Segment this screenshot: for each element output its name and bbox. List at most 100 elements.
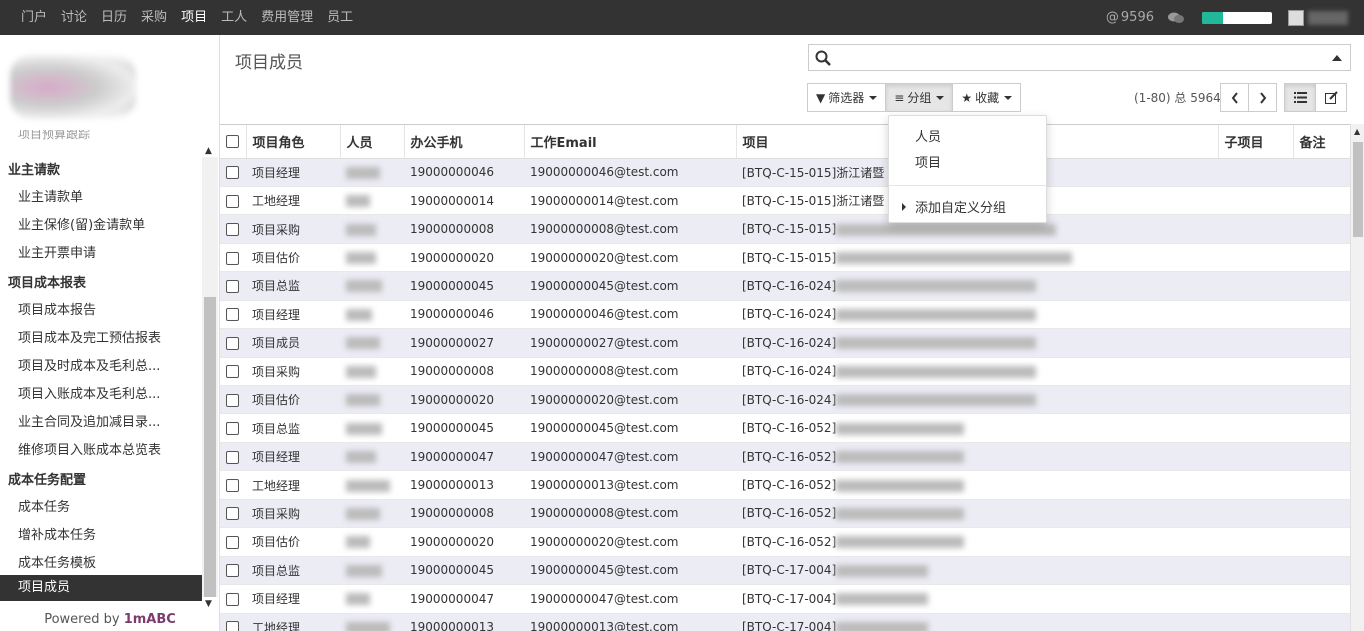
search-toggle-icon[interactable] xyxy=(1332,55,1342,61)
add-custom-group-option[interactable]: 添加自定义分组 xyxy=(915,197,1006,216)
table-row[interactable]: 项目估价 19000000020 19000000020@test.com [BTQ-… xyxy=(220,385,1350,415)
table-row[interactable]: 项目总监 19000000045 19000000045@test.com [BTQ-… xyxy=(220,556,1350,586)
table-row[interactable]: 项目采购 19000000008 19000000008@test.com [BTQ-… xyxy=(220,214,1350,244)
pager-next-button[interactable] xyxy=(1248,83,1277,112)
topnav-item[interactable]: 项目 xyxy=(174,0,214,35)
row-select-cell[interactable] xyxy=(220,584,246,614)
user-name-blurred[interactable] xyxy=(1308,10,1348,25)
search-input[interactable] xyxy=(837,48,1317,67)
column-header-subproject[interactable]: 子项目 xyxy=(1218,125,1294,159)
table-row[interactable]: 项目经理 19000000047 19000000047@test.com [BTQ-… xyxy=(220,442,1350,472)
pager-previous-button[interactable] xyxy=(1220,83,1249,112)
table-row[interactable]: 工地经理 19000000013 19000000013@test.com [BTQ-… xyxy=(220,613,1350,631)
row-checkbox[interactable] xyxy=(226,251,239,265)
chat-icon[interactable] xyxy=(1168,12,1184,24)
row-checkbox[interactable] xyxy=(226,223,239,237)
row-select-cell[interactable] xyxy=(220,499,246,529)
column-header-person[interactable]: 人员 xyxy=(340,125,405,159)
row-checkbox[interactable] xyxy=(226,621,239,631)
topnav-item[interactable]: 讨论 xyxy=(54,0,94,35)
topnav-item[interactable]: 员工 xyxy=(320,0,360,35)
search-box[interactable] xyxy=(808,44,1351,71)
row-select-cell[interactable] xyxy=(220,357,246,387)
row-select-cell[interactable] xyxy=(220,413,246,443)
row-select-cell[interactable] xyxy=(220,186,246,216)
pager-value[interactable]: (1-80) 总 5964 xyxy=(1134,89,1221,106)
column-header-phone[interactable]: 办公手机 xyxy=(404,125,525,159)
group-by-option-person[interactable]: 人员 xyxy=(915,126,941,145)
table-row[interactable]: 项目成员 19000000027 19000000027@test.com [BTQ-… xyxy=(220,328,1350,358)
sidebar-item[interactable]: 业主请款单 xyxy=(18,186,83,205)
sidebar-item[interactable]: 项目入账成本及毛利总... xyxy=(18,383,160,402)
row-checkbox[interactable] xyxy=(226,564,239,578)
row-select-cell[interactable] xyxy=(220,442,246,472)
sidebar-item[interactable]: 项目成本报告 xyxy=(18,299,96,318)
table-row[interactable]: 项目经理 19000000046 19000000046@test.com [BTQ-… xyxy=(220,300,1350,330)
favorites-button[interactable]: ★ 收藏 xyxy=(952,83,1022,112)
sidebar-item-cut[interactable]: 项目预算跟踪 xyxy=(18,130,90,142)
row-checkbox[interactable] xyxy=(226,535,239,549)
table-row[interactable]: 项目采购 19000000008 19000000008@test.com [BTQ-… xyxy=(220,499,1350,529)
row-checkbox[interactable] xyxy=(226,479,239,493)
topnav-item[interactable]: 日历 xyxy=(94,0,134,35)
sidebar-item[interactable]: 增补成本任务 xyxy=(18,524,96,543)
row-select-cell[interactable] xyxy=(220,385,246,415)
scroll-down-arrow-icon[interactable]: ▼ xyxy=(205,599,212,609)
row-select-cell[interactable] xyxy=(220,158,246,187)
row-checkbox[interactable] xyxy=(226,422,239,436)
row-checkbox[interactable] xyxy=(226,393,239,407)
group-by-button[interactable]: ≡ 分组 xyxy=(885,83,954,112)
topnav-item[interactable]: 采购 xyxy=(134,0,174,35)
sidebar-scrollbar[interactable] xyxy=(202,157,218,597)
row-select-cell[interactable] xyxy=(220,556,246,586)
column-header-email[interactable]: 工作Email xyxy=(524,125,737,159)
column-header-notes[interactable]: 备注 xyxy=(1293,125,1351,159)
table-row[interactable]: 项目总监 19000000045 19000000045@test.com [BTQ-… xyxy=(220,271,1350,301)
filter-button[interactable]: ▼ 筛选器 xyxy=(807,83,887,112)
select-all-header[interactable] xyxy=(220,125,247,159)
row-checkbox[interactable] xyxy=(226,450,239,464)
list-view-button[interactable] xyxy=(1284,83,1316,112)
table-scrollbar[interactable]: ▲ xyxy=(1350,124,1364,631)
scroll-up-arrow-icon[interactable]: ▲ xyxy=(205,146,212,156)
table-row[interactable]: 项目经理 19000000047 19000000047@test.com [BTQ-… xyxy=(220,584,1350,614)
sidebar-item[interactable]: 业主合同及追加减目录... xyxy=(18,411,160,430)
row-select-cell[interactable] xyxy=(220,328,246,358)
select-all-checkbox[interactable] xyxy=(226,134,239,148)
row-select-cell[interactable] xyxy=(220,271,246,301)
scroll-up-arrow-icon[interactable]: ▲ xyxy=(1354,127,1360,136)
sidebar-item[interactable]: 业主保修(留)金请款单 xyxy=(18,214,145,233)
row-select-cell[interactable] xyxy=(220,243,246,273)
sidebar-item[interactable]: 项目成员 xyxy=(0,575,202,601)
table-row[interactable]: 工地经理 19000000014 19000000014@test.com [BTQ-… xyxy=(220,186,1350,216)
avatar[interactable] xyxy=(1288,9,1304,26)
notifications[interactable]: @ 9596 xyxy=(1106,10,1154,25)
row-checkbox[interactable] xyxy=(226,308,239,322)
sidebar-scroll-thumb[interactable] xyxy=(204,297,216,597)
topnav-item[interactable]: 费用管理 xyxy=(254,0,320,35)
sidebar-item[interactable]: 成本任务模板 xyxy=(18,552,96,571)
row-checkbox[interactable] xyxy=(226,194,239,208)
table-row[interactable]: 项目采购 19000000008 19000000008@test.com [BTQ-… xyxy=(220,357,1350,387)
row-checkbox[interactable] xyxy=(226,336,239,350)
column-header-role[interactable]: 项目角色 xyxy=(246,125,341,159)
row-checkbox[interactable] xyxy=(226,365,239,379)
row-select-cell[interactable] xyxy=(220,470,246,500)
row-checkbox[interactable] xyxy=(226,507,239,521)
row-checkbox[interactable] xyxy=(226,279,239,293)
row-select-cell[interactable] xyxy=(220,300,246,330)
topnav-item[interactable]: 工人 xyxy=(214,0,254,35)
row-checkbox[interactable] xyxy=(226,166,239,180)
table-row[interactable]: 项目总监 19000000045 19000000045@test.com [BTQ-… xyxy=(220,413,1350,443)
table-row[interactable]: 工地经理 19000000013 19000000013@test.com [BTQ-… xyxy=(220,470,1350,500)
table-row[interactable]: 项目估价 19000000020 19000000020@test.com [BTQ-… xyxy=(220,243,1350,273)
row-select-cell[interactable] xyxy=(220,613,246,631)
table-scroll-thumb[interactable] xyxy=(1353,142,1363,237)
row-select-cell[interactable] xyxy=(220,527,246,557)
topnav-item[interactable]: 门户 xyxy=(14,0,54,35)
powered-brand[interactable]: 1mABC xyxy=(124,612,176,627)
sidebar-item[interactable]: 业主开票申请 xyxy=(18,242,96,261)
sidebar-item[interactable]: 项目成本及完工预估报表 xyxy=(18,327,161,346)
table-row[interactable]: 项目经理 19000000046 19000000046@test.com [BTQ-… xyxy=(220,158,1350,187)
group-by-option-project[interactable]: 项目 xyxy=(915,152,941,171)
